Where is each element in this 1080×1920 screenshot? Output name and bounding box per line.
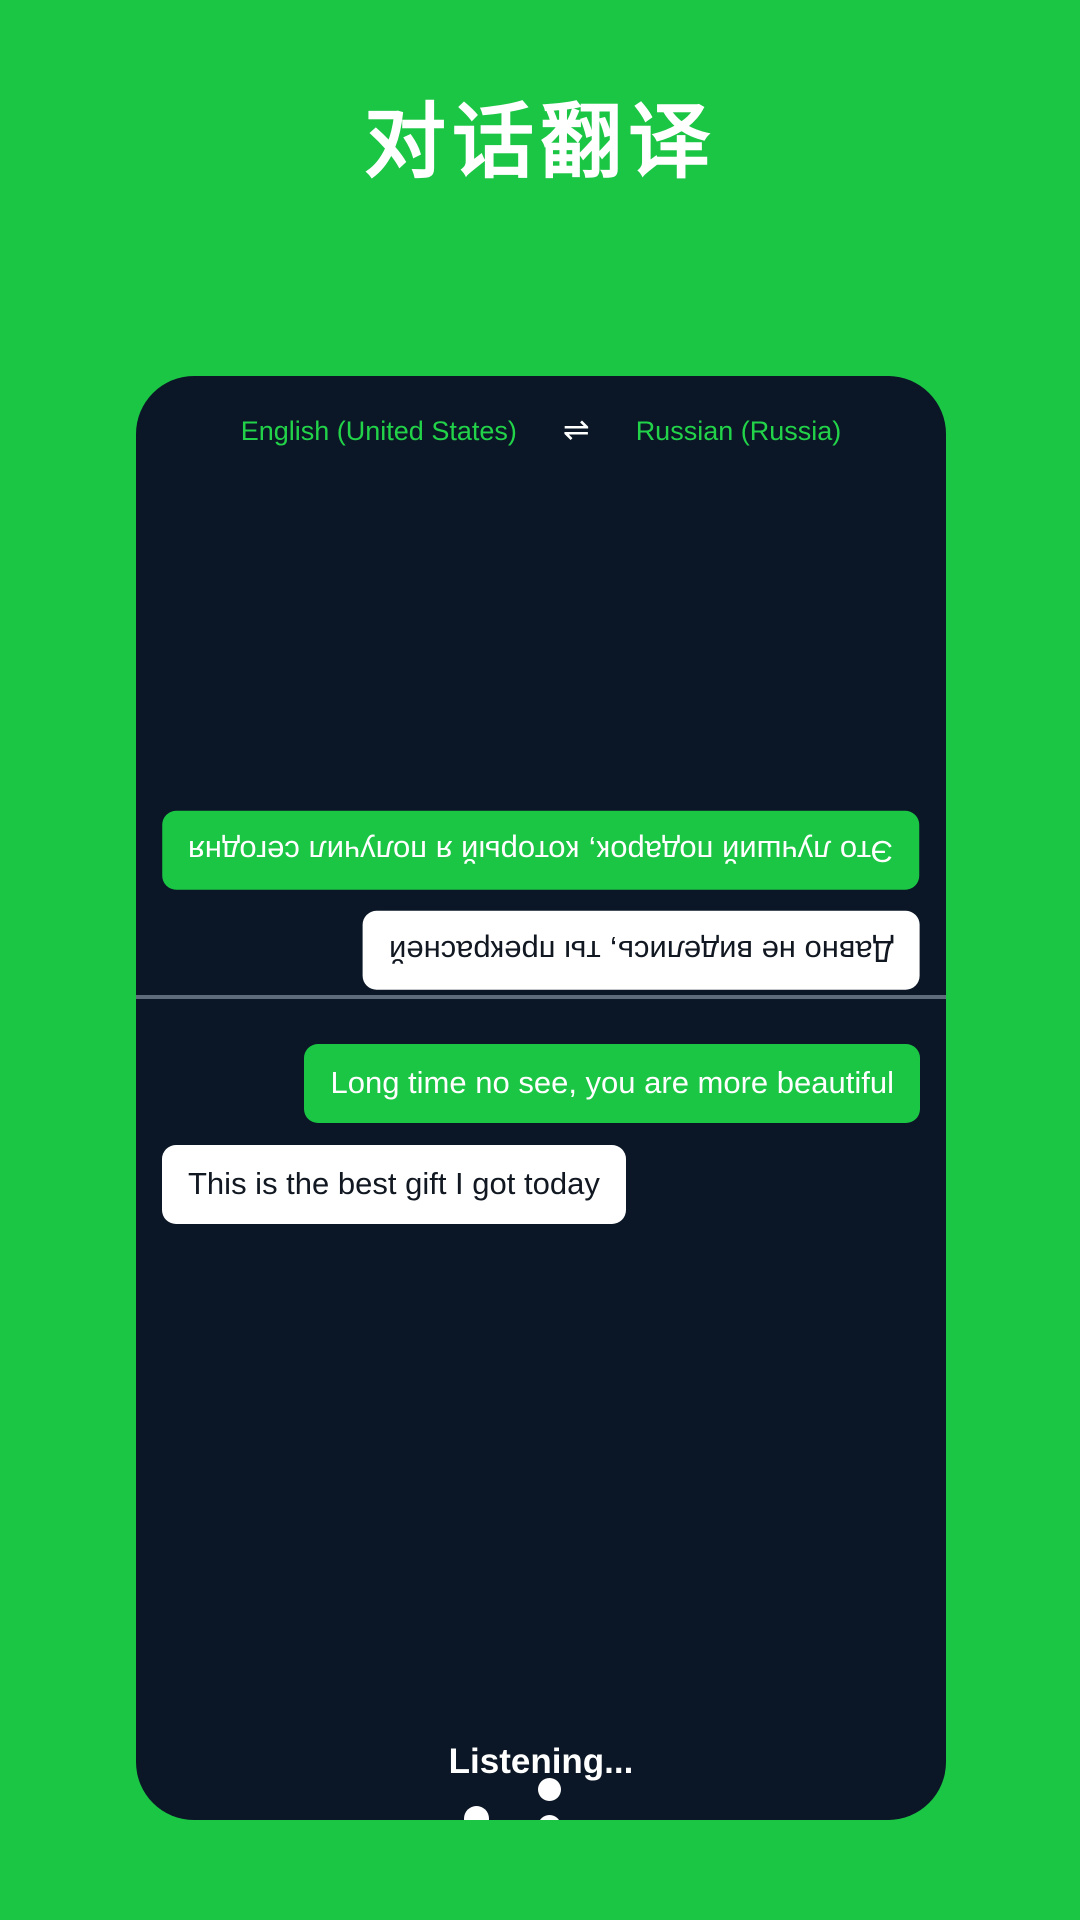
page-title: 对话翻译 (363, 95, 716, 190)
conversation-pane-local: Long time no see, you are more beautiful… (136, 998, 946, 1320)
message-bubble[interactable]: Давно не виделись, ты прекрасней (363, 911, 920, 990)
message-row: This is the best gift I got today (162, 1144, 920, 1224)
message-row: Long time no see, you are more beautiful (162, 1044, 920, 1123)
message-row: Давно не виделись, ты прекрасней (162, 911, 920, 990)
conversation-pane-remote: Это лучший подарок, который я получил се… (136, 486, 946, 996)
screen-root: 对话翻译 English (United States) ⇌ Russian (… (0, 0, 1080, 1920)
message-bubble[interactable]: This is the best gift I got today (162, 1144, 626, 1224)
audio-waveform (136, 1777, 946, 1820)
message-bubble[interactable]: Это лучший подарок, который я получил се… (162, 810, 920, 890)
waveform-column (464, 1798, 489, 1820)
target-language-selector[interactable]: Russian (Russia) (636, 416, 842, 447)
language-bar: English (United States) ⇌ Russian (Russi… (136, 376, 946, 486)
message-bubble[interactable]: Long time no see, you are more beautiful (304, 1044, 920, 1123)
message-row: Это лучший подарок, который я получил се… (162, 810, 920, 890)
waveform-dot (538, 1814, 561, 1820)
source-language-selector[interactable]: English (United States) (241, 416, 517, 447)
waveform-column (538, 1771, 561, 1820)
translation-card: English (United States) ⇌ Russian (Russi… (136, 376, 946, 1820)
waveform-dot (538, 1777, 561, 1801)
waveform-dot (464, 1805, 489, 1820)
swap-horizontal-icon[interactable]: ⇌ (563, 413, 590, 445)
